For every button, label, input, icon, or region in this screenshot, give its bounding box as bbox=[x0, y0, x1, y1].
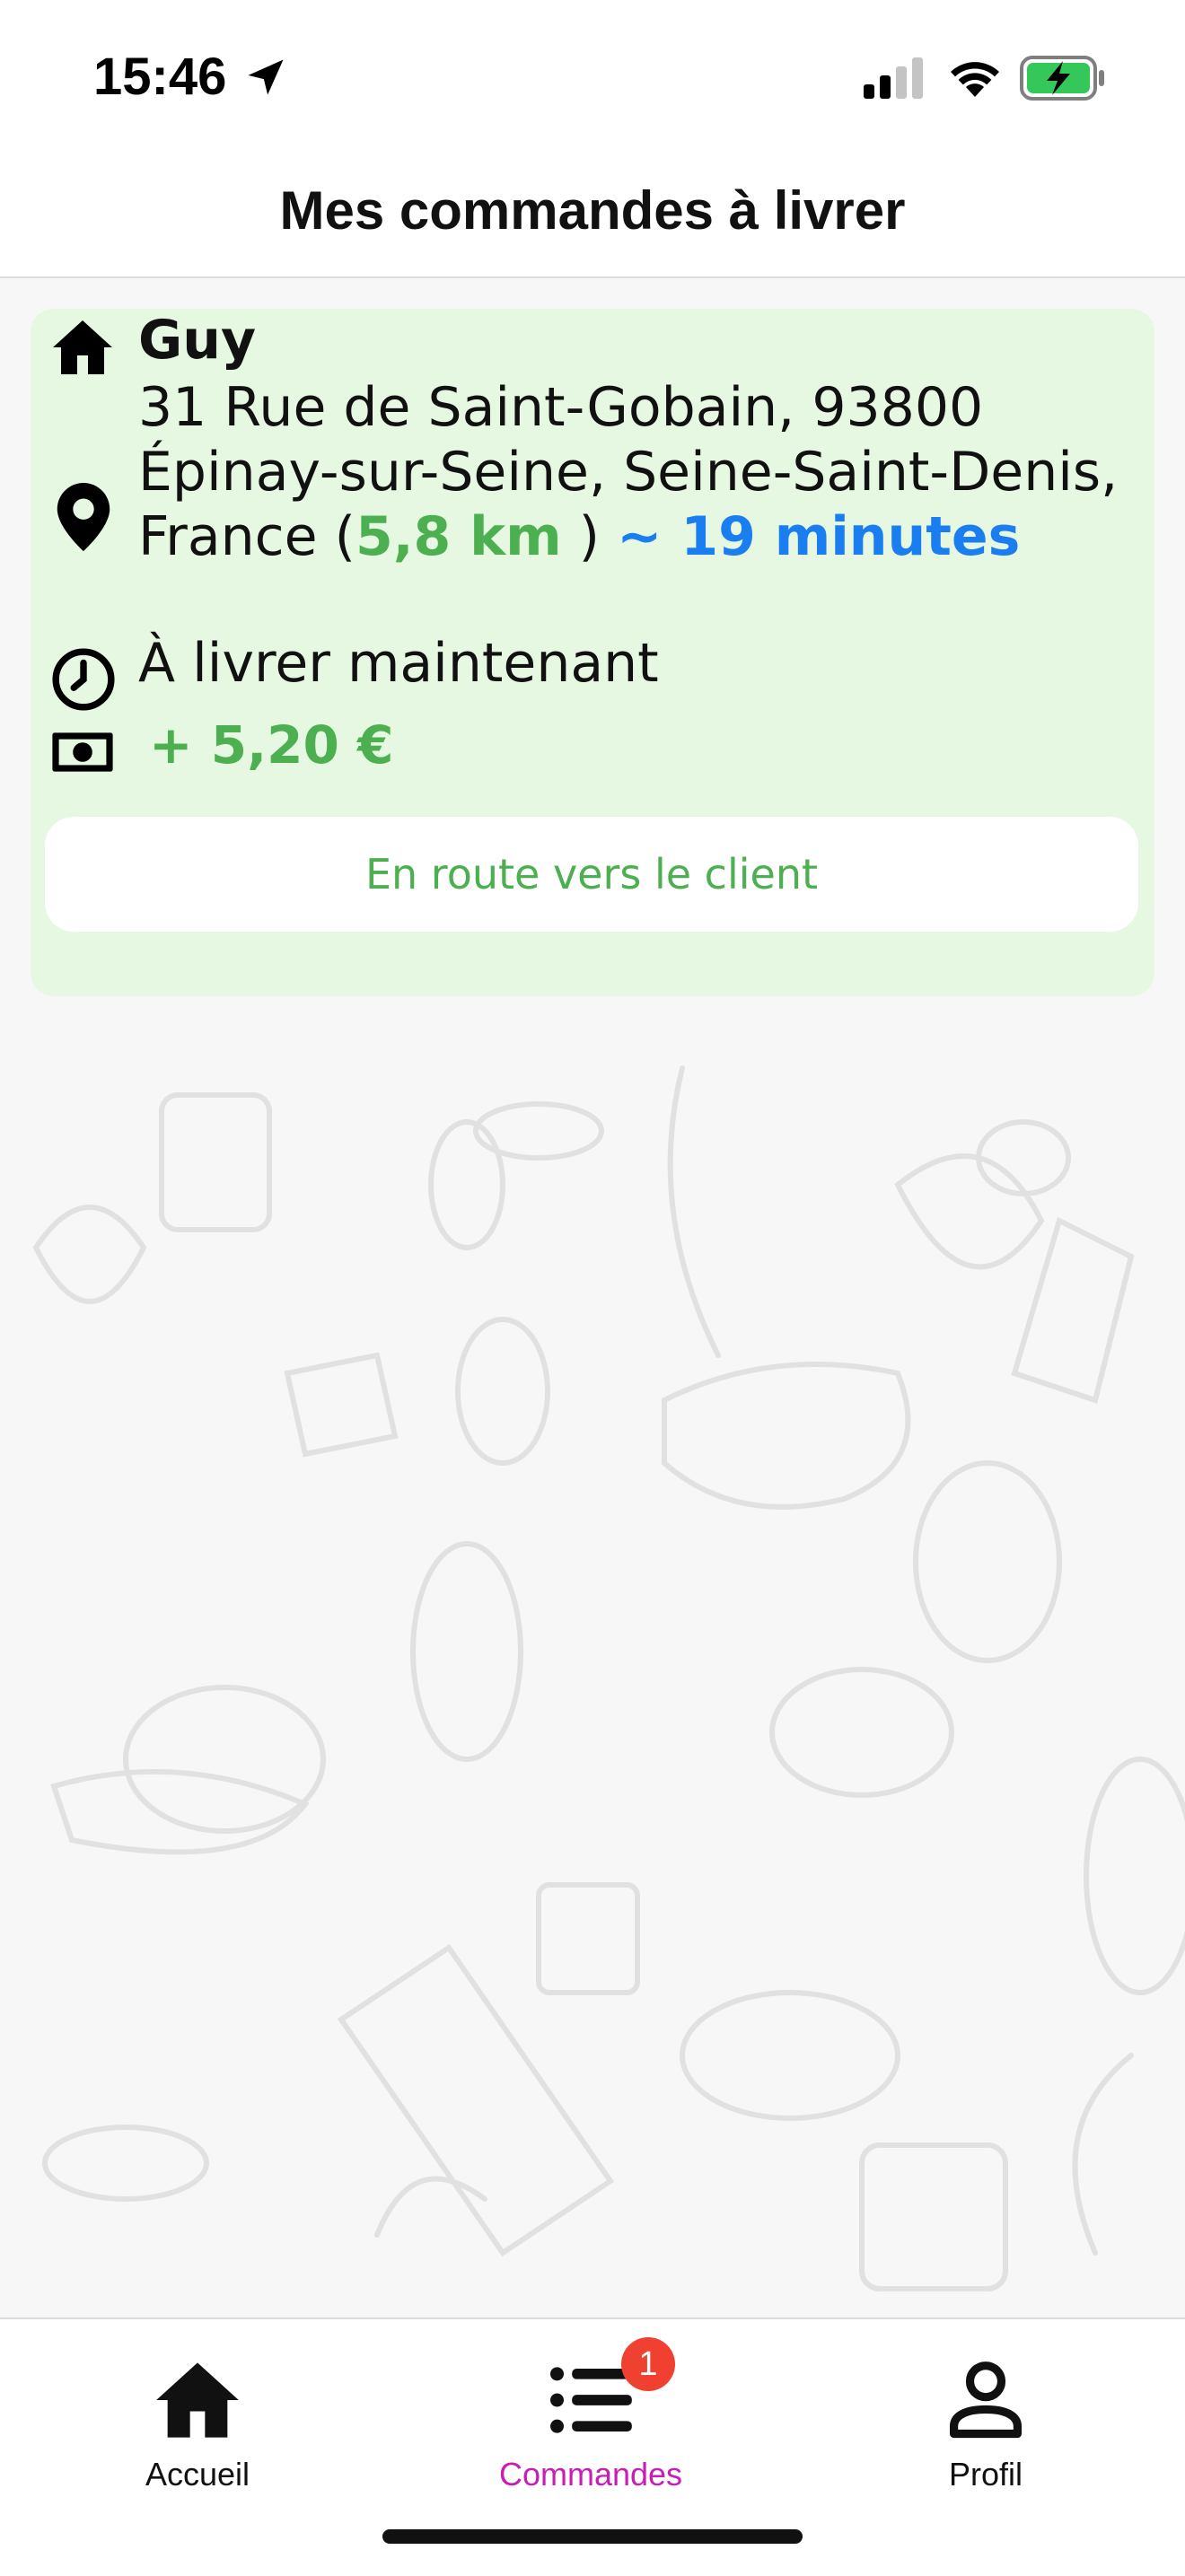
status-button[interactable]: En route vers le client bbox=[45, 817, 1138, 932]
delivery-address: 31 Rue de Saint-Gobain, 93800 Épinay-sur… bbox=[138, 375, 1135, 569]
delivery-time: À livrer maintenant bbox=[138, 632, 659, 695]
signal-icon bbox=[864, 57, 923, 99]
tab-accueil[interactable]: Accueil bbox=[63, 2337, 332, 2517]
tab-label: Commandes bbox=[498, 2456, 683, 2493]
notification-badge: 1 bbox=[621, 2337, 675, 2391]
earnings: + 5,20 € bbox=[149, 714, 394, 775]
home-icon bbox=[156, 2362, 239, 2438]
battery-charging-icon bbox=[1020, 56, 1104, 101]
eta: ~ 19 minutes bbox=[617, 505, 1021, 568]
tab-label: Profil bbox=[948, 2456, 1023, 2493]
wifi-icon bbox=[951, 62, 999, 97]
tab-commandes[interactable]: 1 Commandes bbox=[456, 2337, 725, 2517]
header: Mes commandes à livrer bbox=[0, 153, 1185, 278]
map-pin-icon bbox=[57, 483, 110, 551]
customer-name: Guy bbox=[138, 309, 257, 372]
order-card[interactable]: Guy 31 Rue de Saint-Gobain, 93800 Épinay… bbox=[31, 309, 1154, 996]
status-bar: 15:46 bbox=[0, 0, 1185, 153]
home-indicator bbox=[382, 2529, 803, 2544]
orders-list[interactable]: Guy 31 Rue de Saint-Gobain, 93800 Épinay… bbox=[0, 278, 1185, 2318]
distance: 5,8 km bbox=[356, 505, 562, 568]
tab-label: Accueil bbox=[145, 2456, 250, 2493]
home-icon bbox=[53, 320, 112, 374]
clock-icon bbox=[52, 648, 115, 711]
location-arrow-icon bbox=[248, 59, 284, 95]
status-time: 15:46 bbox=[93, 48, 227, 106]
page-title: Mes commandes à livrer bbox=[279, 180, 906, 241]
distance-close: ) bbox=[561, 505, 618, 568]
person-icon bbox=[950, 2361, 1022, 2439]
money-icon bbox=[52, 732, 113, 772]
tab-profil[interactable]: Profil bbox=[851, 2337, 1120, 2517]
